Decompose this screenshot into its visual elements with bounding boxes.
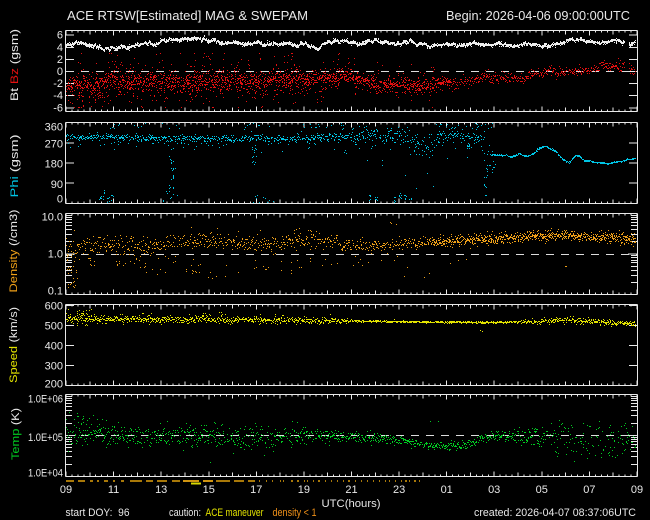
svg-text:09: 09 bbox=[631, 484, 643, 496]
svg-text:15: 15 bbox=[203, 484, 215, 496]
svg-text:17: 17 bbox=[250, 484, 262, 496]
svg-text:2: 2 bbox=[57, 54, 63, 66]
svg-text:360: 360 bbox=[45, 122, 63, 134]
svg-text:21: 21 bbox=[345, 484, 357, 496]
svg-text:01: 01 bbox=[441, 484, 453, 496]
svg-text:1.0E+05: 1.0E+05 bbox=[28, 432, 63, 444]
svg-text:07: 07 bbox=[583, 484, 595, 496]
svg-text:UTC(hours): UTC(hours) bbox=[322, 498, 381, 510]
svg-text:1.0E+06: 1.0E+06 bbox=[28, 394, 63, 406]
svg-text:4: 4 bbox=[57, 42, 63, 54]
svg-text:0: 0 bbox=[57, 194, 63, 206]
svg-text:1.0: 1.0 bbox=[48, 249, 63, 261]
svg-text:200: 200 bbox=[45, 379, 63, 391]
svg-text:10.0: 10.0 bbox=[42, 212, 63, 224]
svg-text:11: 11 bbox=[108, 484, 119, 496]
svg-text:-6: -6 bbox=[53, 102, 63, 114]
svg-text:19: 19 bbox=[298, 484, 310, 496]
svg-text:400: 400 bbox=[45, 341, 63, 353]
svg-text:-2: -2 bbox=[53, 78, 63, 90]
svg-text:Speed (km/s): Speed (km/s) bbox=[8, 307, 20, 383]
svg-text:0.1: 0.1 bbox=[48, 286, 63, 298]
svg-text:13: 13 bbox=[155, 484, 167, 496]
svg-text:23: 23 bbox=[393, 484, 405, 496]
svg-text:0: 0 bbox=[57, 66, 63, 78]
svg-text:density < 1: density < 1 bbox=[273, 507, 317, 519]
svg-text:Density (/cm3): Density (/cm3) bbox=[8, 210, 20, 293]
svg-text:Temp (K): Temp (K) bbox=[10, 408, 22, 460]
svg-text:ACE maneuver: ACE maneuver bbox=[206, 507, 264, 519]
svg-text:Phi (gsm): Phi (gsm) bbox=[9, 135, 21, 198]
svg-text:600: 600 bbox=[45, 301, 63, 313]
svg-text:90: 90 bbox=[51, 179, 63, 191]
svg-text:-4: -4 bbox=[53, 90, 63, 102]
svg-text:05: 05 bbox=[536, 484, 548, 496]
svg-text:1.0E+04: 1.0E+04 bbox=[28, 468, 63, 480]
svg-text:09: 09 bbox=[60, 484, 72, 496]
svg-text:Begin: 2026-04-06 09:00:00UTC: Begin: 2026-04-06 09:00:00UTC bbox=[446, 8, 630, 23]
svg-text:270: 270 bbox=[45, 138, 63, 150]
svg-text:500: 500 bbox=[45, 321, 63, 333]
svg-text:6: 6 bbox=[57, 30, 63, 42]
svg-text:03: 03 bbox=[488, 484, 500, 496]
svg-text:180: 180 bbox=[45, 159, 63, 171]
svg-text:caution:: caution: bbox=[169, 507, 201, 519]
svg-text:created: 2026-04-07 08:37:06UT: created: 2026-04-07 08:37:06UTC bbox=[474, 507, 636, 519]
svg-text:ACE RTSW[Estimated] MAG & SWEP: ACE RTSW[Estimated] MAG & SWEPAM bbox=[67, 8, 308, 23]
svg-text:start DOY: 96: start DOY: 96 bbox=[66, 507, 130, 519]
svg-text:300: 300 bbox=[45, 361, 63, 373]
svg-text:Bt Bz (gsm): Bt Bz (gsm) bbox=[9, 29, 21, 101]
